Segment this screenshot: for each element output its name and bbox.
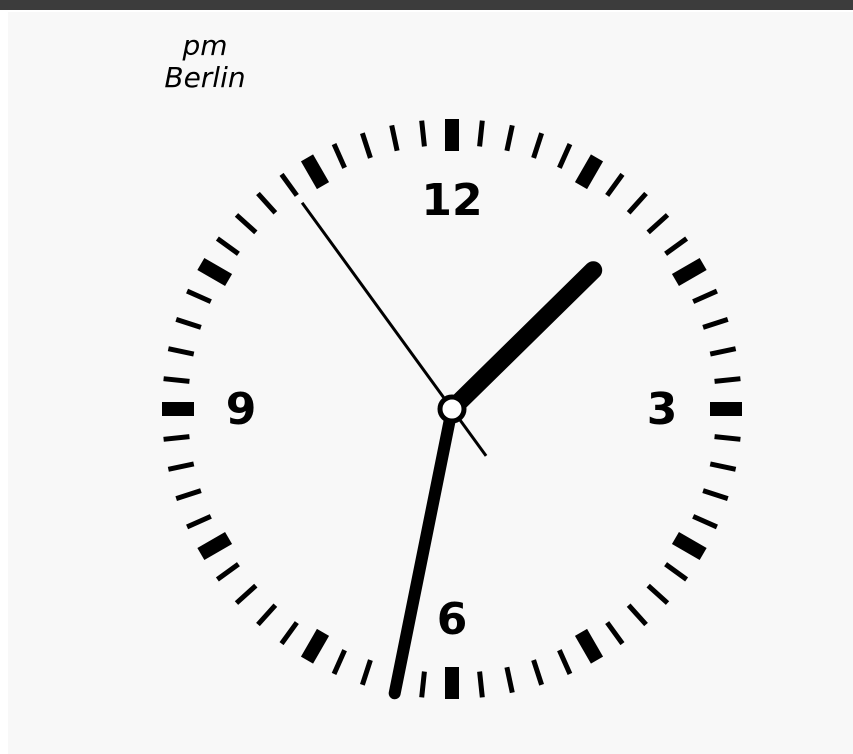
numeral-6: 6 — [437, 594, 468, 645]
minute-tick — [163, 434, 190, 442]
minute-tick — [626, 603, 648, 627]
minute-tick — [605, 172, 625, 197]
minute-tick — [331, 143, 347, 169]
hour-tick — [300, 628, 330, 664]
minute-tick — [360, 132, 373, 159]
minute-tick — [477, 671, 485, 698]
numeral-9: 9 — [226, 384, 257, 435]
minute-tick — [709, 346, 737, 357]
minute-tick — [186, 514, 212, 530]
minute-tick — [714, 434, 741, 442]
minute-tick — [331, 649, 347, 675]
clock-widget: pm Berlin 12 3 6 9 — [0, 0, 853, 754]
minute-tick — [360, 659, 373, 686]
minute-tick — [234, 583, 258, 605]
minute-tick — [504, 124, 515, 152]
minute-hand — [388, 403, 458, 700]
minute-tick — [605, 621, 625, 646]
hour-tick — [671, 531, 707, 561]
minute-tick — [389, 124, 400, 152]
minute-tick — [256, 603, 278, 627]
minute-tick — [167, 346, 195, 357]
minute-tick — [646, 583, 670, 605]
minute-tick — [702, 488, 729, 501]
hour-tick — [574, 628, 604, 664]
minute-tick — [256, 191, 278, 215]
minute-tick — [531, 132, 544, 159]
minute-tick — [692, 288, 718, 304]
hour-tick — [300, 154, 330, 190]
hour-tick — [671, 257, 707, 287]
minute-tick — [419, 671, 427, 698]
minute-tick — [419, 120, 427, 147]
minute-tick — [664, 562, 689, 582]
hour-hand — [443, 261, 603, 418]
minute-tick — [504, 666, 515, 694]
minute-tick — [714, 376, 741, 384]
minute-tick — [664, 236, 689, 256]
minute-tick — [186, 288, 212, 304]
minute-tick — [709, 461, 737, 472]
minute-tick — [175, 317, 202, 330]
hour-tick — [197, 531, 233, 561]
minute-tick — [557, 649, 573, 675]
minute-tick — [234, 213, 258, 235]
minute-tick — [646, 213, 670, 235]
minute-tick — [163, 376, 190, 384]
minute-tick — [692, 514, 718, 530]
minute-tick — [279, 172, 299, 197]
numeral-3: 3 — [647, 384, 678, 435]
minute-tick — [557, 143, 573, 169]
hour-tick — [197, 257, 233, 287]
numeral-12: 12 — [421, 175, 482, 226]
minute-tick — [279, 621, 299, 646]
center-cap — [437, 394, 467, 424]
minute-tick — [175, 488, 202, 501]
analog-clock: 12 3 6 9 — [162, 119, 742, 700]
minute-tick — [626, 191, 648, 215]
minute-tick — [531, 659, 544, 686]
hour-tick — [574, 154, 604, 190]
minute-tick — [215, 236, 240, 256]
minute-tick — [477, 120, 485, 147]
minute-tick — [702, 317, 729, 330]
minute-tick — [215, 562, 240, 582]
minute-tick — [167, 461, 195, 472]
